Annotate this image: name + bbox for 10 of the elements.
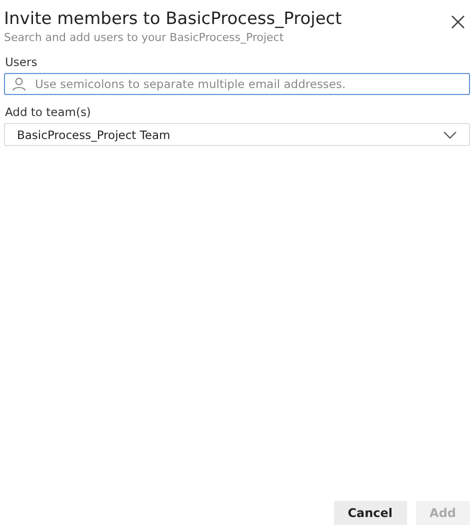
chevron-down-icon: [443, 130, 457, 138]
dialog-subtitle: Search and add users to your BasicProcess_Project: [4, 30, 285, 45]
dialog-title: Invite members to BasicProcess_Project: [4, 8, 342, 30]
field-label: Users: [5, 55, 38, 69]
users-field[interactable]: Use semicolons to separate multiple email addresses.: [4, 73, 470, 95]
dialog-button[interactable]: Cancel: [334, 501, 407, 525]
team-dropdown[interactable]: BasicProcess_Project Team: [4, 123, 470, 146]
field-label: Add to team(s): [5, 105, 92, 119]
close-icon[interactable]: [450, 14, 466, 30]
person-icon: [12, 77, 26, 91]
